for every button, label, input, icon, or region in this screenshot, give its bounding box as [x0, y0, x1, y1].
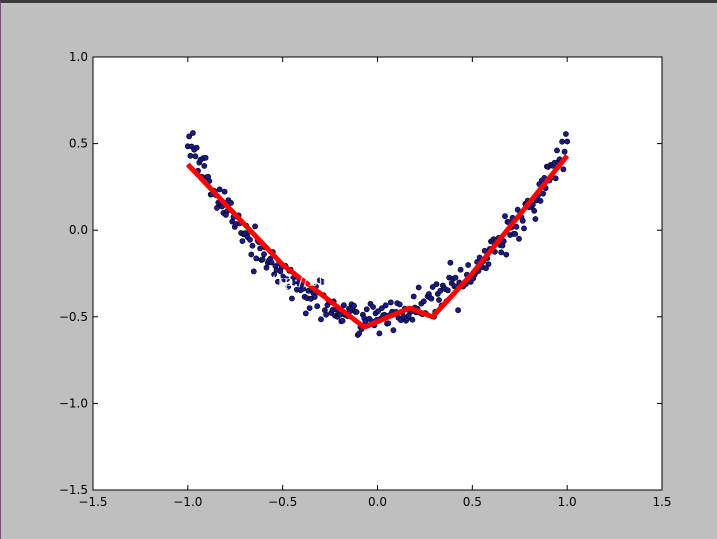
data-point: [189, 130, 196, 136]
x-tick-label: −0.5: [268, 495, 297, 509]
data-point: [457, 266, 464, 273]
data-point: [561, 148, 568, 155]
x-tick-label: 1.5: [652, 495, 671, 509]
data-point: [410, 293, 417, 300]
data-point: [252, 223, 258, 230]
data-point: [214, 204, 220, 211]
y-tick-label: −1.0: [59, 396, 88, 410]
data-point: [531, 207, 538, 214]
data-point: [193, 144, 200, 151]
data-point: [552, 175, 559, 182]
data-point: [249, 242, 256, 249]
data-point: [257, 245, 263, 252]
data-point: [436, 297, 442, 303]
data-point: [351, 302, 357, 309]
data-point: [353, 309, 360, 315]
data-point: [192, 153, 199, 160]
data-point: [564, 138, 571, 145]
data-point: [519, 217, 526, 224]
x-tick-label: −1.5: [78, 495, 107, 509]
data-point: [444, 287, 451, 294]
data-point: [311, 294, 318, 300]
x-tick-label: −1.0: [173, 495, 202, 509]
y-tick-label: 1.0: [69, 50, 88, 64]
data-point: [247, 236, 253, 243]
y-tick-label: −0.5: [59, 310, 88, 324]
data-point: [420, 298, 427, 305]
data-point: [288, 295, 295, 302]
data-point: [554, 147, 560, 154]
data-point: [521, 225, 527, 232]
data-point: [560, 166, 567, 173]
data-point: [433, 281, 440, 287]
data-point: [516, 235, 522, 242]
x-tick-label: 0.5: [463, 495, 482, 509]
data-point: [318, 316, 324, 323]
data-point: [485, 261, 492, 267]
data-point: [465, 262, 472, 268]
data-point: [390, 327, 397, 334]
data-point: [339, 317, 346, 324]
data-point: [221, 188, 228, 195]
data-point: [452, 274, 459, 281]
data-point: [387, 299, 394, 306]
data-point: [415, 284, 422, 291]
data-point: [532, 216, 539, 222]
data-point: [363, 306, 370, 313]
data-point: [498, 249, 505, 256]
data-point: [263, 264, 270, 271]
data-point: [248, 251, 255, 258]
data-point: [409, 316, 416, 323]
y-tick-label: −1.5: [59, 483, 88, 497]
x-tick-label: 1.0: [558, 495, 577, 509]
data-point: [239, 238, 246, 244]
data-point: [455, 307, 461, 314]
x-tick-label: 0.0: [368, 495, 387, 509]
watermark: http://blog.csdn.net/: [262, 272, 417, 290]
data-point: [201, 162, 208, 169]
data-point: [370, 304, 376, 310]
data-point: [559, 138, 565, 145]
data-point: [323, 311, 329, 318]
data-point: [563, 131, 569, 137]
data-point: [314, 303, 321, 310]
data-point: [385, 320, 392, 327]
data-point: [502, 213, 508, 220]
plot-figure: http://blog.csdn.net/ −1.5 −1.0 −0.5 0.0 0.5…: [59, 50, 672, 509]
data-point: [503, 251, 510, 258]
data-point: [428, 295, 435, 302]
data-point: [259, 256, 266, 263]
data-point: [340, 302, 347, 309]
data-point: [261, 251, 267, 258]
data-point: [187, 152, 194, 159]
data-point: [302, 310, 309, 317]
data-point: [306, 305, 313, 311]
data-point: [253, 255, 260, 262]
data-point: [447, 259, 454, 266]
data-point: [216, 186, 223, 193]
data-point: [512, 230, 519, 237]
data-point: [537, 197, 544, 204]
y-tick-label: 0.5: [69, 137, 88, 151]
data-point: [396, 301, 403, 308]
data-point: [376, 330, 383, 337]
data-point: [202, 154, 209, 161]
data-point: [250, 268, 257, 275]
y-tick-label: 0.0: [69, 223, 88, 237]
data-point: [382, 302, 389, 309]
